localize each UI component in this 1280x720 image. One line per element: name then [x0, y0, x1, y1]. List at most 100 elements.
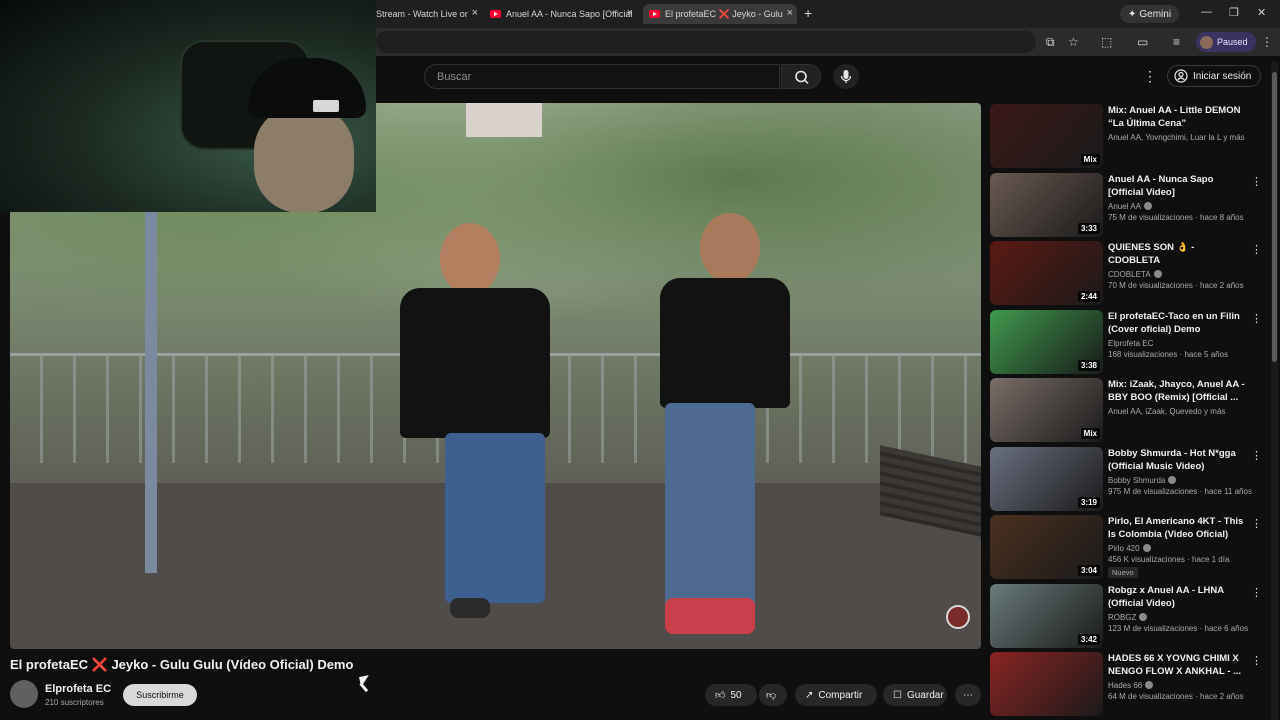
tab-label: El profetaEC ❌ Jeyko - Gulu [665, 8, 783, 19]
video-thumbnail[interactable]: 3:19 [990, 446, 1103, 511]
recommendation-item[interactable]: Mix Mix: Anuel AA - Little DEMON “La Últi… [990, 104, 1268, 170]
recommendation-item[interactable]: 2:44 QUIENES SON 👌 - CDOBLETA CDOBLETA 70 M… [990, 241, 1268, 307]
search-input[interactable]: Buscar [424, 64, 780, 89]
recommendation-title[interactable]: Mix: iZaak, Jhayco, Anuel AA - BBY BOO (… [1108, 378, 1246, 404]
cast-icon[interactable]: ▭ [1137, 35, 1148, 49]
channel-name-text: Pirlo 420 [1108, 544, 1140, 553]
scrollbar-thumb[interactable] [1272, 72, 1277, 362]
recommendation-item[interactable]: 3:38 El profetaEC-Taco en un Filin (Cover… [990, 309, 1268, 376]
gemini-button[interactable]: ✦ Gemini [1120, 5, 1180, 23]
video-thumbnail[interactable]: 3:33 [990, 172, 1103, 237]
more-actions-button[interactable]: ⋯ [955, 684, 981, 706]
recommendation-title[interactable]: QUIENES SON 👌 - CDOBLETA [1108, 241, 1246, 267]
recommendation-item[interactable]: 3:04 Pirlo, El Americano 4KT - This Is Co… [990, 515, 1268, 581]
more-options-icon[interactable]: ⋮ [1251, 654, 1262, 667]
search-button[interactable] [781, 64, 821, 89]
new-badge: Nuevo [1108, 567, 1138, 578]
browser-tab[interactable]: Stream - Watch Live or × [376, 4, 482, 24]
extensions-icon[interactable]: ⬚ [1101, 35, 1112, 49]
duration-badge: 3:04 [1077, 565, 1100, 576]
verified-icon [1145, 681, 1154, 689]
close-icon[interactable]: × [627, 7, 633, 19]
recommendation-item[interactable]: HADES 66 X YOVNG CHIMI X NENGO FLOW X AN… [990, 652, 1268, 718]
close-window-icon[interactable]: ✕ [1257, 6, 1266, 19]
more-options-icon[interactable]: ⋮ [1251, 517, 1262, 530]
channel-name[interactable]: Elprofeta EC [45, 683, 111, 695]
video-thumbnail[interactable]: Mix [990, 378, 1103, 442]
maximize-icon[interactable]: ❐ [1229, 6, 1239, 19]
video-thumbnail[interactable] [990, 652, 1103, 716]
youtube-icon [649, 10, 660, 18]
recommendation-meta: 64 M de visualizaciones · hace 2 años [1108, 692, 1244, 701]
recommendation-item[interactable]: Mix Mix: iZaak, Jhayco, Anuel AA - BBY BO… [990, 378, 1268, 444]
bookmark-star-icon[interactable]: ☆ [1068, 35, 1079, 49]
verified-icon [1139, 612, 1148, 621]
share-button[interactable]: ↗ Compartir [795, 684, 877, 706]
more-options-icon[interactable]: ⋮ [1251, 449, 1262, 462]
video-thumbnail[interactable]: 3:42 [990, 583, 1103, 648]
recommendation-title[interactable]: Mix: Anuel AA - Little DEMON “La Última … [1108, 104, 1246, 130]
verified-icon [1153, 270, 1162, 278]
recommendation-item[interactable]: 3:33 Anuel AA - Nunca Sapo [Official Vide… [990, 172, 1268, 239]
video-thumbnail[interactable]: 3:04 [990, 515, 1103, 579]
recommendation-item[interactable]: 3:42 Robgz x Anuel AA - LHNA (Official Vi… [990, 583, 1268, 650]
recommendation-title[interactable]: HADES 66 X YOVNG CHIMI X NENGO FLOW X AN… [1108, 652, 1246, 678]
gemini-label: Gemini [1139, 8, 1172, 20]
duration-badge: 3:33 [1077, 222, 1100, 234]
channel-watermark-icon[interactable] [946, 605, 970, 629]
save-label: Guardar [906, 689, 944, 701]
like-button[interactable]: 👍︎ 50 [705, 684, 757, 706]
install-app-icon[interactable]: ⧉ [1046, 35, 1055, 50]
channel-name-text: Elprofeta EC [1108, 338, 1154, 348]
more-icon: ⋯ [963, 689, 973, 701]
video-thumbnail[interactable]: 2:44 [990, 241, 1103, 305]
recommendation-channel: Hades 66 [1108, 681, 1258, 690]
browser-tab-active[interactable]: El profetaEC ❌ Jeyko - Gulu × [643, 4, 797, 24]
more-options-icon[interactable]: ⋮ [1251, 243, 1262, 256]
verified-icon [1142, 544, 1151, 552]
recommendation-title[interactable]: Robgz x Anuel AA - LHNA (Official Video) [1108, 584, 1246, 610]
recommendation-title[interactable]: Bobby Shmurda - Hot N*gga (Official Musi… [1108, 447, 1246, 473]
recommendation-title[interactable]: Pirlo, El Americano 4KT - This Is Colomb… [1108, 515, 1246, 541]
close-icon[interactable]: × [787, 7, 793, 19]
video-thumbnail[interactable]: Mix [990, 104, 1103, 168]
page-scrollbar[interactable] [1271, 62, 1278, 720]
more-options-icon[interactable]: ⋮ [1251, 175, 1262, 188]
profile-paused-button[interactable]: Paused [1196, 32, 1256, 52]
recommendation-channel: Anuel AA, Yovngchimi, Luar la L y más [1108, 133, 1258, 142]
tab-label: Anuel AA - Nunca Sapo [Official [506, 9, 633, 19]
browser-menu-icon[interactable]: ⋮ [1261, 35, 1273, 49]
minimize-icon[interactable]: — [1201, 6, 1212, 18]
recommendation-channel: Anuel AA [1108, 201, 1258, 211]
share-label: Compartir [818, 689, 863, 701]
new-tab-icon[interactable]: + [804, 5, 812, 21]
media-control-icon[interactable]: ≡ [1173, 35, 1180, 49]
close-icon[interactable]: × [472, 7, 478, 19]
video-thumbnail[interactable]: 3:38 [990, 309, 1103, 374]
dislike-button[interactable]: 👎︎ [759, 684, 787, 706]
dancer-right [640, 193, 820, 649]
channel-avatar[interactable] [10, 680, 38, 708]
channel-name-text: ROBGZ [1108, 612, 1137, 622]
subscribe-button[interactable]: Suscribirme [123, 684, 197, 706]
save-icon: ☐ [893, 689, 902, 701]
more-options-icon[interactable]: ⋮ [1251, 586, 1262, 599]
duration-badge: Mix [1080, 428, 1100, 439]
sparkle-icon: ✦ [1128, 8, 1137, 20]
browser-tab[interactable]: Anuel AA - Nunca Sapo [Official × [487, 4, 637, 24]
recommendation-meta: 975 M de visualizaciones · hace 11 años [1108, 486, 1252, 496]
address-bar[interactable] [376, 31, 1036, 53]
channel-name-text: Hades 66 [1108, 681, 1143, 690]
save-button[interactable]: ☐ Guardar [883, 684, 947, 706]
voice-search-button[interactable] [833, 64, 859, 89]
recommendation-item[interactable]: 3:19 Bobby Shmurda - Hot N*gga (Official … [990, 446, 1268, 513]
webcam-face [254, 105, 354, 212]
recommendation-title[interactable]: El profetaEC-Taco en un Filin (Cover ofi… [1108, 310, 1246, 336]
thumbs-down-icon: 👎︎ [766, 690, 777, 701]
recommendation-channel: CDOBLETA [1108, 270, 1258, 279]
settings-more-icon[interactable]: ⋮ [1143, 68, 1157, 85]
thumbs-up-icon: 👍︎ [715, 690, 726, 701]
more-options-icon[interactable]: ⋮ [1251, 312, 1262, 325]
recommendation-title[interactable]: Anuel AA - Nunca Sapo [Official Video] [1108, 173, 1246, 199]
sign-in-button[interactable]: Iniciar sesión [1167, 65, 1262, 87]
